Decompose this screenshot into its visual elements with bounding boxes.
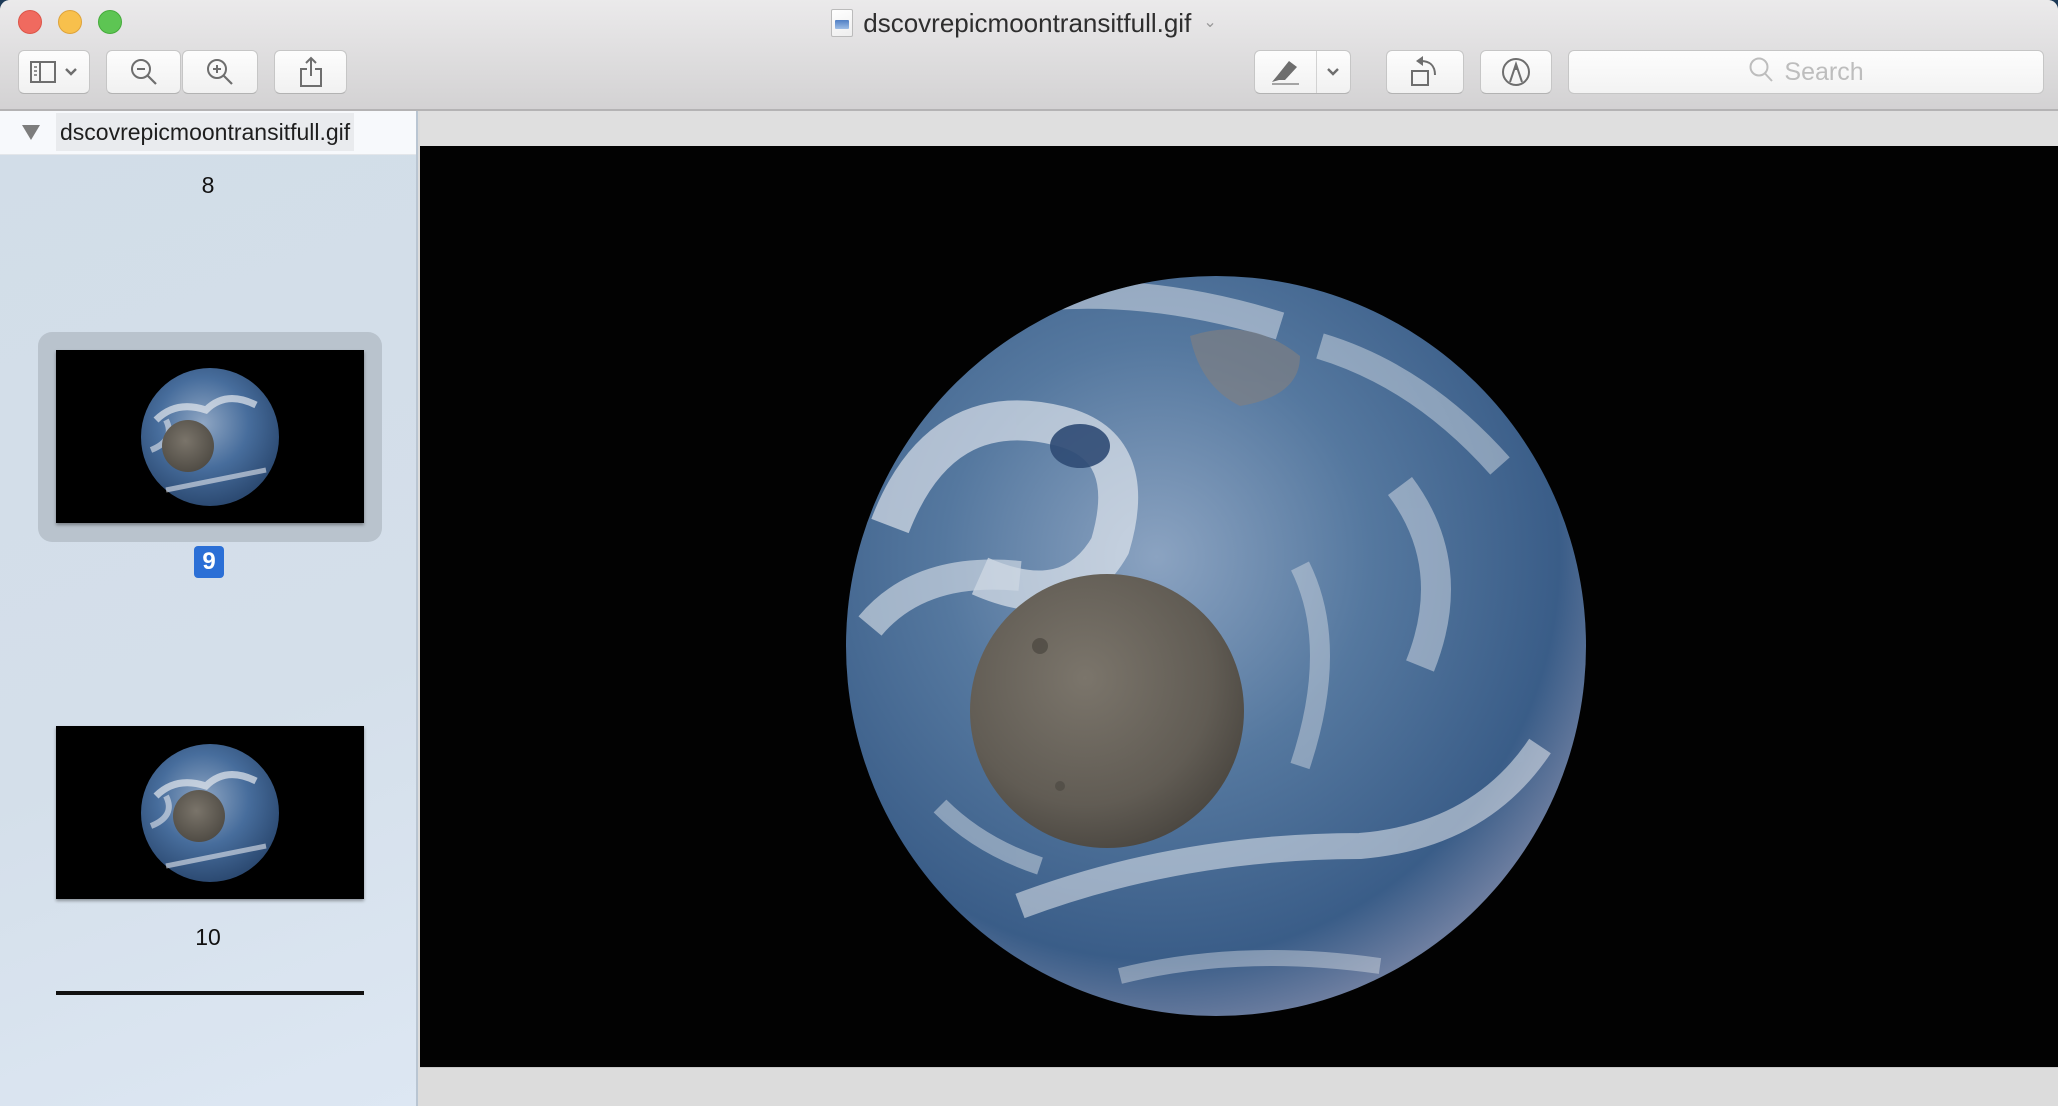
moon-thumbnail [173, 790, 225, 842]
image-viewer[interactable] [420, 146, 2058, 1067]
zoom-in-button[interactable] [182, 50, 258, 94]
gif-file-icon[interactable] [831, 9, 854, 37]
moon [970, 574, 1244, 848]
title-toolbar: dscovrepicmoontransitfull.gif ⌄ Search [0, 0, 2058, 111]
search-input[interactable]: Search [1784, 58, 1863, 87]
moon-thumbnail [162, 420, 214, 472]
split-divider [1316, 51, 1317, 93]
disclosure-triangle-icon[interactable] [22, 125, 40, 140]
search-icon [1748, 56, 1774, 89]
page-label-9-selected: 9 [194, 546, 224, 578]
zoom-out-button[interactable] [106, 50, 181, 94]
pen-icon[interactable] [1255, 58, 1315, 86]
markup-icon [1500, 56, 1532, 88]
rotate-button[interactable] [1386, 50, 1464, 94]
thumbnail-10[interactable] [56, 726, 364, 899]
window-title-bar: dscovrepicmoontransitfull.gif ⌄ [0, 6, 2058, 40]
sidebar-document-header[interactable]: dscovrepicmoontransitfull.gif [0, 111, 416, 155]
main-image [846, 276, 1586, 1016]
markup-toolbar-button[interactable] [1254, 50, 1351, 94]
thumbnail-9-image [141, 368, 279, 506]
rotate-left-icon [1409, 55, 1441, 89]
thumbnail-9[interactable] [56, 350, 364, 523]
search-field[interactable]: Search [1568, 50, 2044, 94]
thumbnail-sidebar[interactable]: dscovrepicmoontransitfull.gif 8 9 10 [0, 111, 418, 1106]
chevron-down-icon [64, 67, 78, 77]
thumbnail-11-partial[interactable] [56, 991, 364, 995]
thumbnail-10-image [141, 744, 279, 882]
zoom-in-icon [205, 57, 235, 87]
zoom-out-icon [129, 57, 159, 87]
viewer-bottom-margin [420, 1067, 2058, 1106]
title-chevron-down-icon[interactable]: ⌄ [1203, 6, 1216, 40]
sidebar-icon [30, 60, 56, 84]
sidebar-document-name: dscovrepicmoontransitfull.gif [56, 113, 355, 151]
share-icon [299, 56, 323, 88]
preview-window: dscovrepicmoontransitfull.gif ⌄ Search d… [0, 0, 2058, 1106]
viewer-top-margin [420, 111, 2058, 146]
share-button[interactable] [274, 50, 347, 94]
page-label-10: 10 [195, 924, 221, 950]
markup-button[interactable] [1480, 50, 1552, 94]
window-title[interactable]: dscovrepicmoontransitfull.gif [863, 6, 1191, 40]
sidebar-view-button[interactable] [18, 50, 90, 94]
markup-menu-chevron-icon[interactable] [1315, 67, 1350, 77]
page-label-8: 8 [201, 172, 215, 198]
